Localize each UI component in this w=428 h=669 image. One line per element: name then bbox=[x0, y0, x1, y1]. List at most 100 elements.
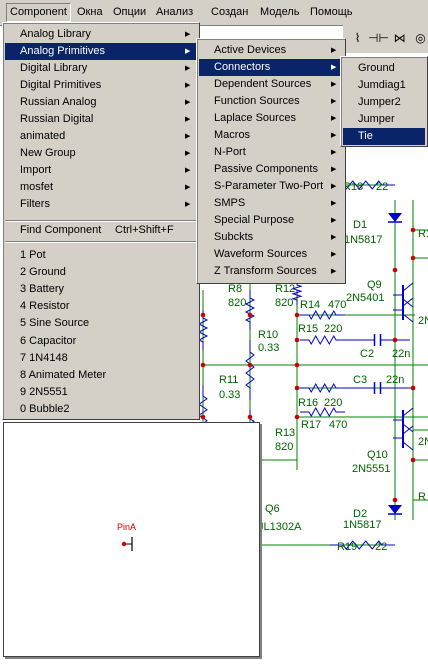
submenu-arrow-icon: ▶ bbox=[185, 31, 191, 38]
menu-item-filters[interactable]: Filters ▶ bbox=[5, 196, 197, 213]
resistor-icon[interactable]: ⊣⊢ bbox=[368, 28, 389, 49]
menu-item-label: Jumper2 bbox=[358, 96, 401, 108]
submenu-arrow-icon: ▶ bbox=[331, 98, 337, 105]
component-label: 22 bbox=[376, 181, 388, 193]
menu-item-tie[interactable]: Tie bbox=[343, 128, 425, 145]
menu-item-label: Tie bbox=[358, 130, 373, 142]
menu-item-import[interactable]: Import ▶ bbox=[5, 162, 197, 179]
recent-component-item[interactable]: 4 Resistor bbox=[5, 298, 197, 315]
recent-component-item[interactable]: 6 Capacitor bbox=[5, 333, 197, 350]
junction-node bbox=[200, 312, 206, 318]
submenu-arrow-icon: ▶ bbox=[185, 65, 191, 72]
submenu-arrow-icon: ▶ bbox=[185, 201, 191, 208]
junction-node bbox=[410, 385, 416, 391]
find-component-item[interactable]: Find Component Ctrl+Shift+F bbox=[5, 222, 197, 239]
transistor-lead bbox=[402, 297, 414, 307]
recent-component-item[interactable]: 7 1N4148 bbox=[5, 350, 197, 367]
menu-item-connectors[interactable]: Connectors ▶ bbox=[199, 59, 343, 76]
menu-component[interactable]: Component bbox=[6, 3, 71, 22]
recent-component-item[interactable]: 9 2N5551 bbox=[5, 384, 197, 401]
component-label: 220 bbox=[324, 323, 342, 335]
submenu-arrow-icon: ▶ bbox=[185, 150, 191, 157]
menu-item-mosfet[interactable]: mosfet ▶ bbox=[5, 179, 197, 196]
recent-component-item[interactable]: 0 Bubble2 bbox=[5, 401, 197, 418]
component-label: JL1302A bbox=[258, 521, 302, 533]
menu-item-waveform-sources[interactable]: Waveform Sources ▶ bbox=[199, 246, 343, 263]
menu-item-label: 0 Bubble2 bbox=[20, 402, 70, 415]
submenu-arrow-icon: ▶ bbox=[185, 82, 191, 89]
component-label: R bbox=[418, 491, 426, 503]
menu-item-n-port[interactable]: N-Port ▶ bbox=[199, 144, 343, 161]
component-label: 2N bbox=[418, 436, 428, 448]
menu-item-label: 6 Capacitor bbox=[20, 334, 77, 347]
menu-item-jumper[interactable]: Jumper bbox=[343, 111, 425, 128]
menu-item-s-parameter-two-port[interactable]: S-Parameter Two-Port ▶ bbox=[199, 178, 343, 195]
menu-item-6[interactable]: Помощь bbox=[307, 4, 356, 21]
submenu-arrow-icon: ▶ bbox=[331, 132, 337, 139]
menu-item-label: Digital Primitives bbox=[20, 79, 102, 91]
component-label: 22n bbox=[392, 348, 410, 360]
menu-item-label: Digital Library bbox=[20, 62, 88, 74]
toolbar: ⌇ ⊣⊢ ⋈ ◎ bbox=[343, 25, 428, 53]
junction-node bbox=[247, 362, 253, 368]
menu-item-smps[interactable]: SMPS ▶ bbox=[199, 195, 343, 212]
menu-item-label: Macros bbox=[214, 129, 251, 141]
recent-component-item[interactable]: 5 Sine Source bbox=[5, 315, 197, 332]
resistor-symbol bbox=[244, 290, 256, 330]
recent-component-item[interactable]: 3 Battery bbox=[5, 281, 197, 298]
menu-item-2[interactable]: Опции bbox=[110, 4, 149, 21]
menu-item-jumper2[interactable]: Jumper2 bbox=[343, 94, 425, 111]
menu-item-label: 7 1N4148 bbox=[20, 351, 68, 364]
menu-item-label: 4 Resistor bbox=[20, 300, 70, 313]
menu-item-label: Analog Library bbox=[20, 28, 91, 40]
menu-item-laplace-sources[interactable]: Laplace Sources ▶ bbox=[199, 110, 343, 127]
component-label: 470 bbox=[328, 299, 346, 311]
menu-item-4[interactable]: Создан bbox=[208, 4, 251, 21]
menu-item-dependent-sources[interactable]: Dependent Sources ▶ bbox=[199, 76, 343, 93]
recent-component-item[interactable]: 8 Animated Meter bbox=[5, 367, 197, 384]
component-label: R12 bbox=[275, 283, 295, 295]
recent-component-item[interactable]: 2 Ground bbox=[5, 264, 197, 281]
scope-icon[interactable]: ⌇ bbox=[347, 28, 368, 49]
menu-item-label: Import bbox=[20, 164, 52, 176]
menu-item-z-transform-sources[interactable]: Z Transform Sources ▶ bbox=[199, 263, 343, 280]
junction-node bbox=[294, 337, 300, 343]
menu-item-subckts[interactable]: Subckts ▶ bbox=[199, 229, 343, 246]
menu-item-digital-library[interactable]: Digital Library ▶ bbox=[5, 60, 197, 77]
node-icon[interactable]: ◎ bbox=[410, 28, 428, 49]
menu-item-passive-components[interactable]: Passive Components ▶ bbox=[199, 161, 343, 178]
junction-node bbox=[392, 267, 398, 273]
menu-item-label: Special Purpose bbox=[214, 214, 295, 226]
menu-item-analog-primitives[interactable]: Analog Primitives ▶ bbox=[5, 43, 197, 60]
submenu-arrow-icon: ▶ bbox=[331, 115, 337, 122]
menu-item-new-group[interactable]: New Group ▶ bbox=[5, 145, 197, 162]
menu-item-analog-library[interactable]: Analog Library ▶ bbox=[5, 26, 197, 43]
submenu-arrow-icon: ▶ bbox=[331, 234, 337, 241]
menu-item-5[interactable]: Модель bbox=[257, 4, 302, 21]
transistor-icon[interactable]: ⋈ bbox=[389, 28, 410, 49]
component-label: R14 bbox=[300, 299, 320, 311]
menu-item-special-purpose[interactable]: Special Purpose ▶ bbox=[199, 212, 343, 229]
menu-item-russian-digital[interactable]: Russian Digital ▶ bbox=[5, 111, 197, 128]
menu-item-label: Function Sources bbox=[214, 95, 300, 107]
component-menu: Analog Library ▶ Analog Primitives ▶ Digital… bbox=[2, 22, 200, 420]
junction-node bbox=[410, 255, 416, 261]
menu-item-jumdiag1[interactable]: Jumdiag1 bbox=[343, 77, 425, 94]
menu-item-macros[interactable]: Macros ▶ bbox=[199, 127, 343, 144]
component-label: 820 bbox=[275, 297, 293, 309]
component-label: 0.33 bbox=[219, 389, 240, 401]
menu-item-animated[interactable]: animated ▶ bbox=[5, 128, 197, 145]
submenu-arrow-icon: ▶ bbox=[331, 166, 337, 173]
menu-item-function-sources[interactable]: Function Sources ▶ bbox=[199, 93, 343, 110]
pin-node bbox=[121, 541, 127, 547]
menu-item-1[interactable]: Окна bbox=[74, 4, 106, 21]
menu-item-3[interactable]: Анализ bbox=[153, 4, 196, 21]
submenu-arrow-icon: ▶ bbox=[185, 48, 191, 55]
menu-item-active-devices[interactable]: Active Devices ▶ bbox=[199, 42, 343, 59]
menu-item-ground[interactable]: Ground bbox=[343, 60, 425, 77]
menu-item-russian-analog[interactable]: Russian Analog ▶ bbox=[5, 94, 197, 111]
submenu-arrow-icon: ▶ bbox=[331, 149, 337, 156]
recent-component-item[interactable]: 1 Pot bbox=[5, 247, 197, 264]
component-label: R19 bbox=[337, 541, 357, 553]
menu-item-digital-primitives[interactable]: Digital Primitives ▶ bbox=[5, 77, 197, 94]
